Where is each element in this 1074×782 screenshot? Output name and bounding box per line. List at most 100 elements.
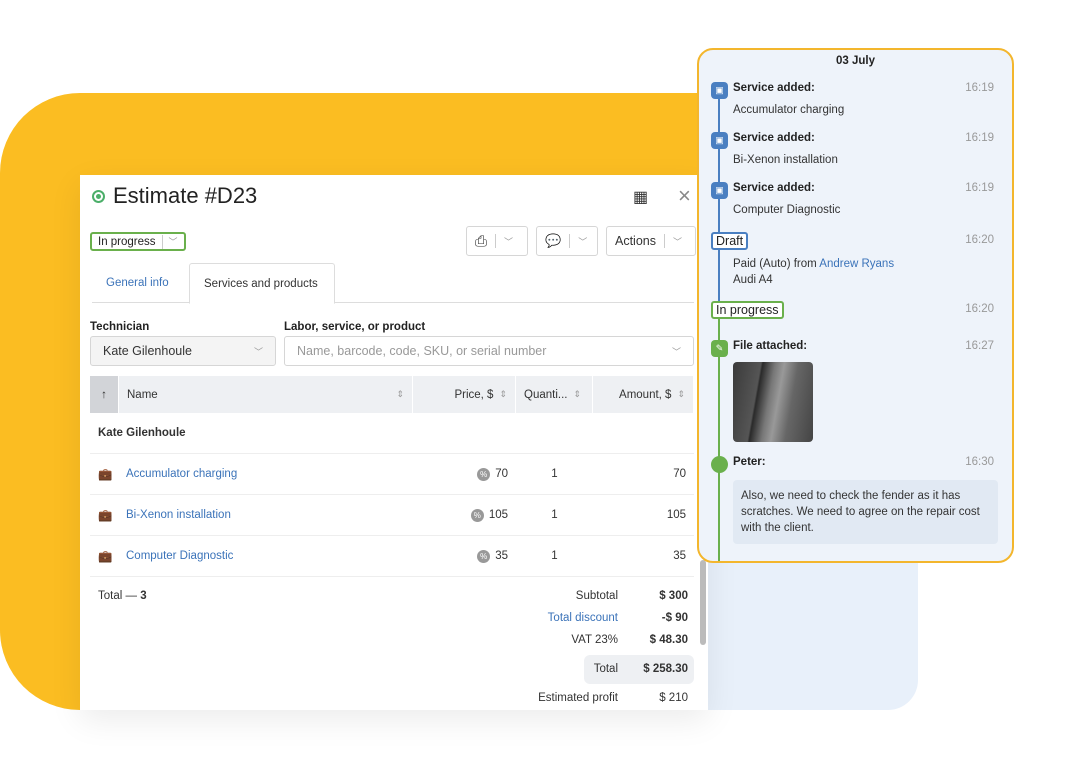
chevron-down-icon: ﹀: [671, 346, 681, 357]
briefcase-icon: ▣: [711, 82, 728, 99]
subtotal-row: Subtotal $ 300: [498, 590, 688, 602]
actions-button[interactable]: Actions ﹀: [606, 226, 696, 256]
col-label: Amount, $: [619, 388, 672, 401]
table-header: ↑ Name ⇕ Price, $ ⇕ Quanti... ⇕ Amount, $ ⇕: [90, 376, 694, 413]
client-link[interactable]: Andrew Ryans: [819, 258, 894, 270]
timeline-panel: 03 July ▣ Service added: 16:19 Accumulat…: [697, 48, 1014, 563]
sort-icon: ⇕: [573, 389, 582, 399]
vehicle-link[interactable]: Audi A4: [733, 274, 773, 286]
paperclip-icon: ✎: [711, 340, 728, 357]
event-time: 16:27: [965, 340, 994, 352]
price: 105: [488, 508, 508, 521]
technician-value: Kate Gilenhoule: [103, 344, 192, 358]
vat-row: VAT 23% $ 48.30: [498, 634, 688, 646]
timeline-date: 03 July: [836, 55, 875, 67]
chat-icon: 💬: [545, 233, 562, 248]
table-row: 💼 Computer Diagnostic % 35 1 35: [90, 536, 694, 577]
tab-services-and-products[interactable]: Services and products: [189, 263, 335, 304]
total-value: $ 258.30: [643, 663, 688, 675]
discount-value: -$ 90: [661, 612, 688, 624]
page-title: Estimate #D23: [92, 183, 257, 209]
event-time: 16:30: [965, 456, 994, 468]
profit-label: Estimated profit: [538, 692, 618, 704]
attached-photo[interactable]: [733, 362, 813, 442]
product-placeholder: Name, barcode, code, SKU, or serial numb…: [297, 344, 547, 358]
subtotal-value: $ 300: [659, 590, 688, 602]
col-label: Price, $: [454, 388, 494, 401]
group-header: Kate Gilenhoule: [90, 413, 694, 454]
printer-icon: ⎙: [475, 232, 488, 250]
quantity: 1: [551, 550, 558, 562]
event-title: Service added:: [733, 182, 815, 194]
comment-icon: [711, 456, 728, 473]
event-text: Accumulator charging: [733, 104, 845, 116]
event-time: 16:20: [965, 303, 994, 315]
briefcase-icon: 💼: [98, 551, 113, 563]
column-price[interactable]: Price, $ ⇕: [413, 376, 516, 413]
timeline-line: [718, 95, 720, 305]
qr-code-icon[interactable]: ▦: [633, 187, 648, 207]
status-dropdown[interactable]: In progress ﹀: [90, 232, 186, 251]
subtotal-label: Subtotal: [575, 590, 618, 602]
briefcase-icon: 💼: [98, 510, 113, 522]
status-label: In progress: [98, 235, 156, 248]
service-link[interactable]: Bi-Xenon installation: [126, 509, 413, 521]
event-title: File attached:: [733, 340, 808, 352]
discount-icon: %: [470, 508, 484, 522]
event-time: 16:20: [965, 234, 994, 246]
chevron-down-icon: ﹀: [168, 237, 178, 247]
estimate-panel: Estimate #D23 ▦ × In progress ﹀ ⎙ ﹀ 💬 ﹀ Act…: [80, 175, 708, 710]
tab-bar: General info Services and products: [92, 263, 694, 304]
event-time: 16:19: [965, 82, 994, 94]
vat-label: VAT 23%: [571, 634, 618, 646]
product-search-input[interactable]: Name, barcode, code, SKU, or serial numb…: [284, 336, 694, 366]
chevron-down-icon: ﹀: [504, 236, 514, 247]
column-amount[interactable]: Amount, $ ⇕: [593, 376, 694, 413]
col-label: Quanti...: [524, 388, 568, 401]
sort-icon: ⇕: [499, 389, 507, 399]
discount-link[interactable]: Total discount: [498, 612, 618, 624]
technician-label: Technician: [90, 321, 150, 333]
discount-icon: %: [477, 467, 491, 481]
quantity: 1: [551, 509, 558, 521]
sort-arrow-icon[interactable]: ↑: [90, 376, 119, 413]
comment-author: Peter:: [733, 456, 766, 468]
close-icon[interactable]: ×: [678, 183, 691, 209]
total-count: Total — 3: [98, 590, 147, 602]
total-label: Total: [593, 663, 618, 675]
amount: 105: [666, 509, 686, 521]
message-button[interactable]: 💬 ﹀: [536, 226, 598, 256]
briefcase-icon: ▣: [711, 132, 728, 149]
amount: 35: [673, 550, 686, 562]
chevron-down-icon: ﹀: [578, 236, 588, 247]
event-title: Service added:: [733, 82, 815, 94]
total-count-label: Total —: [98, 590, 141, 602]
event-title: Service added:: [733, 132, 815, 144]
table-row: 💼 Bi-Xenon installation % 105 1 105: [90, 495, 694, 536]
chevron-down-icon: ﹀: [673, 236, 683, 247]
event-time: 16:19: [965, 182, 994, 194]
tab-general-info[interactable]: General info: [92, 263, 183, 303]
scrollbar[interactable]: [700, 560, 706, 645]
column-quantity[interactable]: Quanti... ⇕: [516, 376, 593, 413]
print-button[interactable]: ⎙ ﹀: [466, 226, 528, 256]
chevron-down-icon: ﹀: [253, 346, 263, 357]
technician-select[interactable]: Kate Gilenhoule ﹀: [90, 336, 276, 366]
column-name[interactable]: Name ⇕: [119, 376, 413, 413]
vat-value: $ 48.30: [649, 634, 688, 646]
product-label: Labor, service, or product: [284, 321, 426, 333]
table-row: 💼 Accumulator charging % 70 1 70: [90, 454, 694, 495]
title-text: Estimate #D23: [113, 183, 258, 208]
total-count-value: 3: [140, 590, 147, 602]
service-link[interactable]: Computer Diagnostic: [126, 550, 413, 562]
price: 70: [495, 467, 508, 480]
draft-badge: Draft: [711, 232, 749, 250]
sort-icon: ⇕: [677, 389, 685, 399]
amount: 70: [673, 468, 686, 480]
discount-icon: %: [477, 549, 491, 563]
quantity: 1: [551, 468, 558, 480]
paid-text: Paid (Auto) from: [733, 258, 820, 270]
col-label: Name: [127, 388, 158, 401]
service-link[interactable]: Accumulator charging: [126, 468, 413, 480]
price: 35: [495, 549, 508, 562]
